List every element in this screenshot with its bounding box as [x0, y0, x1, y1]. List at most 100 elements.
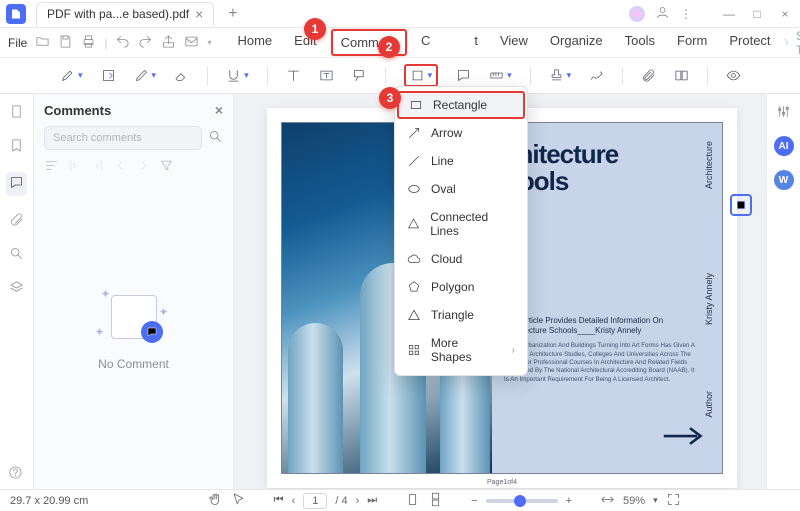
page-footer: Page1of4	[267, 479, 737, 486]
undo-icon[interactable]	[115, 34, 130, 52]
zoom-in-icon[interactable]: +	[566, 495, 572, 507]
empty-label: No Comment	[98, 357, 169, 371]
compare-tool[interactable]	[674, 68, 689, 83]
shape-more[interactable]: More Shapes›	[395, 329, 527, 371]
crop-selection-icon[interactable]	[730, 194, 752, 216]
ai-badge-icon[interactable]	[629, 6, 645, 22]
last-page-icon[interactable]: ⏭	[367, 494, 377, 507]
comments-panel-icon[interactable]	[6, 172, 27, 196]
collapse-icon[interactable]	[90, 158, 105, 176]
save-icon[interactable]	[58, 34, 73, 52]
expand-icon[interactable]	[67, 158, 82, 176]
word-export-icon[interactable]: W	[774, 170, 794, 190]
menu-file[interactable]: File	[8, 36, 27, 50]
search-comments-input[interactable]: Search comments	[44, 126, 202, 150]
search-panel-icon[interactable]	[9, 246, 24, 264]
headline-2: hools	[504, 168, 700, 195]
shape-cloud[interactable]: Cloud	[395, 245, 527, 273]
fullscreen-icon[interactable]	[666, 492, 681, 510]
callout-tool[interactable]	[352, 68, 367, 83]
highlight-tool[interactable]: ▾	[60, 68, 83, 83]
filter-icon[interactable]	[159, 158, 174, 176]
pencil-tool[interactable]: ▾	[134, 68, 157, 83]
close-tab-icon[interactable]: ×	[195, 7, 203, 21]
note-tool[interactable]	[456, 68, 471, 83]
share-icon[interactable]	[161, 34, 176, 52]
thumbnails-icon[interactable]	[9, 104, 24, 122]
attachments-icon[interactable]	[9, 212, 24, 230]
redo-icon[interactable]	[138, 34, 153, 52]
single-page-icon[interactable]	[405, 492, 420, 510]
shape-oval[interactable]: Oval	[395, 175, 527, 203]
shape-rectangle[interactable]: Rectangle	[397, 91, 525, 119]
hand-tool-icon[interactable]	[208, 492, 223, 510]
shapes-tool[interactable]: ▾	[404, 64, 439, 87]
more-icon[interactable]: ⋮	[680, 7, 692, 21]
layers-icon[interactable]	[9, 280, 24, 298]
menu-organize[interactable]: Organize	[542, 29, 611, 56]
shape-triangle[interactable]: Triangle	[395, 301, 527, 329]
area-highlight-tool[interactable]	[101, 68, 116, 83]
search-icon[interactable]	[208, 129, 223, 147]
hide-comments-tool[interactable]	[726, 68, 741, 83]
callout-1: 1	[304, 18, 326, 40]
fit-width-icon[interactable]	[600, 492, 615, 510]
headline-1: chitecture	[504, 141, 700, 168]
search-tools[interactable]: Search Tools	[783, 29, 800, 57]
close-window-button[interactable]: ×	[776, 7, 794, 21]
menu-form[interactable]: Form	[669, 29, 715, 56]
right-rail: AI W	[766, 94, 800, 489]
page-number-input[interactable]: 1	[303, 493, 327, 509]
zoom-slider[interactable]	[486, 499, 558, 503]
side-label-3: Author	[704, 391, 714, 418]
measure-tool[interactable]: ▾	[489, 68, 512, 83]
ai-icon[interactable]: AI	[774, 136, 794, 156]
empty-illustration: ✦ ✦ ✦	[99, 287, 169, 347]
underline-tool[interactable]: ▾	[226, 68, 249, 83]
menu-home[interactable]: Home	[229, 29, 280, 56]
menu-tools[interactable]: Tools	[617, 29, 663, 56]
next-page-icon[interactable]: ›	[356, 495, 360, 507]
first-page-icon[interactable]: ⏮	[274, 494, 284, 507]
signature-tool[interactable]	[589, 68, 604, 83]
stamp-tool[interactable]: ▾	[549, 68, 572, 83]
shape-line[interactable]: Line	[395, 147, 527, 175]
continuous-page-icon[interactable]	[428, 492, 443, 510]
add-tab-button[interactable]: +	[228, 5, 237, 23]
shape-connected-lines[interactable]: Connected Lines	[395, 203, 527, 245]
select-tool-icon[interactable]	[231, 492, 246, 510]
print-icon[interactable]	[81, 34, 96, 52]
document-tab[interactable]: PDF with pa...e based).pdf ×	[36, 2, 214, 26]
open-icon[interactable]	[35, 34, 50, 52]
prev-page-icon[interactable]: ‹	[292, 495, 296, 507]
menu-view[interactable]: View	[492, 29, 536, 56]
callout-3: 3	[379, 87, 401, 109]
menu-convert-cut1[interactable]: C	[413, 29, 430, 56]
attachment-tool[interactable]	[641, 68, 656, 83]
next-comment-icon[interactable]	[136, 158, 151, 176]
shape-polygon[interactable]: Polygon	[395, 273, 527, 301]
bookmarks-icon[interactable]	[9, 138, 24, 156]
zoom-out-icon[interactable]: −	[471, 495, 477, 507]
sort-icon[interactable]	[44, 158, 59, 176]
title-bar: PDF with pa...e based).pdf × + ⋮ — □ ×	[0, 0, 800, 28]
maximize-button[interactable]: □	[748, 7, 766, 21]
minimize-button[interactable]: —	[720, 7, 738, 21]
textbox-tool[interactable]	[319, 68, 334, 83]
zoom-value[interactable]: 59%	[623, 495, 645, 507]
mail-icon[interactable]	[184, 34, 199, 52]
app-logo	[6, 4, 26, 24]
text-tool[interactable]	[286, 68, 301, 83]
page-dimensions: 29.7 x 20.99 cm	[10, 495, 88, 507]
shape-arrow[interactable]: Arrow	[395, 119, 527, 147]
prev-comment-icon[interactable]	[113, 158, 128, 176]
close-panel-icon[interactable]: ×	[215, 102, 223, 118]
help-icon[interactable]	[8, 465, 23, 483]
status-bar: 29.7 x 20.99 cm ⏮ ‹ 1 / 4 › ⏭ − + 59% ▾	[0, 489, 800, 511]
shapes-dropdown: Rectangle Arrow Line Oval Connected Line…	[394, 86, 528, 376]
adjust-icon[interactable]	[776, 104, 791, 122]
eraser-tool[interactable]	[174, 68, 189, 83]
menu-convert-cut2[interactable]: t	[474, 29, 486, 56]
account-icon[interactable]	[655, 5, 670, 23]
menu-protect[interactable]: Protect	[721, 29, 778, 56]
